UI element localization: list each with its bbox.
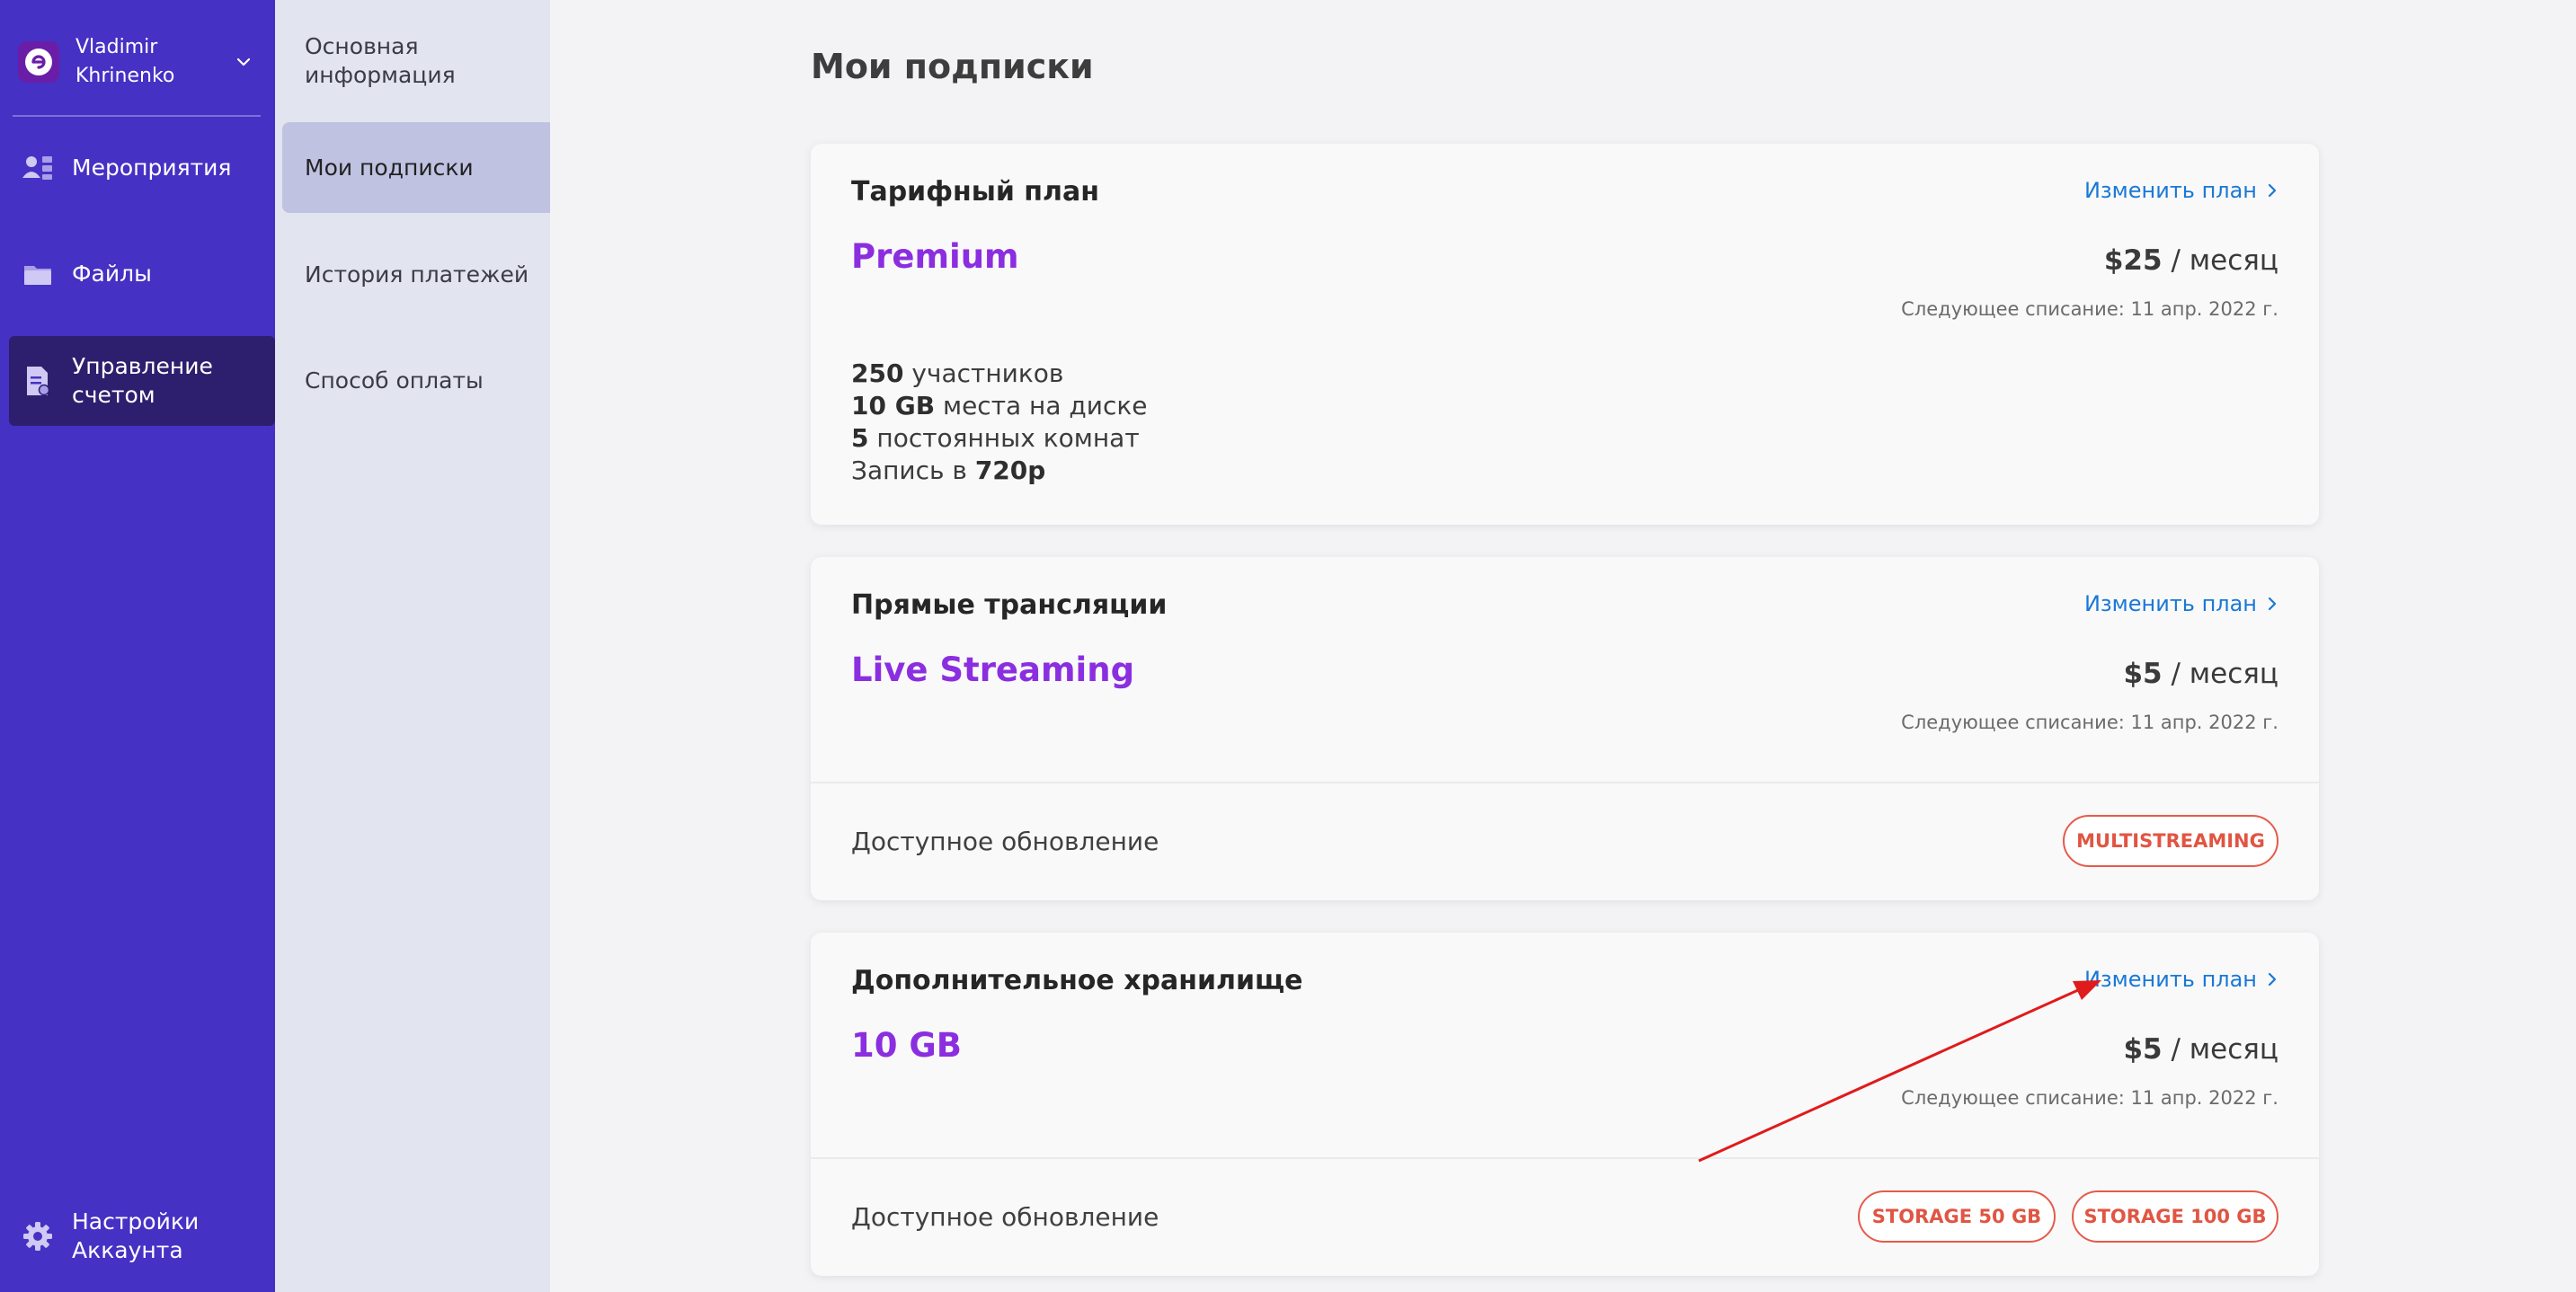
subnav-item-label: История платежей [305,261,529,288]
subnav-item-label: Способ оплаты [305,367,484,394]
change-plan-label: Изменить план [2083,178,2257,203]
document-icon [22,365,54,397]
sidebar-item-events[interactable]: Мероприятия [9,137,275,199]
next-charge-date: Следующее списание: 11 апр. 2022 г. [1901,712,2278,733]
plan-name: 10 GB [851,1026,962,1065]
gear-icon [22,1220,54,1252]
subscription-card-tariff: Тарифный план Изменить план Premium $25 … [811,144,2319,525]
plan-price: $25 / месяц [2104,244,2278,277]
price-period: / месяц [2171,658,2278,690]
plan-price: $5 / месяц [2123,1033,2278,1066]
feature-participants: 250 участников [851,358,1064,388]
sidebar-item-label: Настройки Аккаунта [72,1208,200,1263]
card-title: Тарифный план [851,176,1099,208]
feature-recording: Запись в 720p [851,456,1046,485]
sidebar-item-account-settings[interactable]: Настройки Аккаунта [9,1200,275,1272]
feature-disk-space: 10 GB места на диске [851,391,1148,420]
sidebar-item-label: Мероприятия [72,155,232,181]
plan-name: Premium [851,237,1019,276]
price-period: / месяц [2171,244,2278,277]
folder-icon [22,258,54,290]
chevron-down-icon[interactable] [232,50,255,74]
subnav-item-payment-history[interactable]: История платежей [282,244,550,305]
chevron-right-icon [2268,972,2277,987]
chevron-right-icon [2268,597,2277,611]
change-plan-link[interactable]: Изменить план [2084,591,2278,616]
next-charge-date: Следующее списание: 11 апр. 2022 г. [1901,298,2278,320]
card-title: Дополнительное хранилище [851,965,1303,996]
price-amount: $25 [2103,244,2163,277]
sidebar-item-account-management[interactable]: Управление счетом [9,336,275,426]
change-plan-label: Изменить план [2083,967,2257,992]
plan-name: Live Streaming [851,650,1135,689]
price-amount: $5 [2123,1033,2163,1066]
user-last-name: Khrinenko [76,65,175,87]
sidebar-item-label: Файлы [72,261,152,287]
upgrade-multistreaming-button[interactable]: MULTISTREAMING [2063,815,2278,867]
change-plan-link[interactable]: Изменить план [2084,178,2278,203]
page-title: Мои подписки [811,47,1094,86]
logo-icon [25,49,52,75]
primary-sidebar: Vladimir Khrinenko Мероприятия Файлы Упр… [0,0,275,1292]
user-name: Vladimir Khrinenko [76,33,219,91]
next-charge-date: Следующее списание: 11 апр. 2022 г. [1901,1087,2278,1109]
card-title: Прямые трансляции [851,589,1168,621]
price-period: / месяц [2171,1033,2278,1066]
subscription-card-streaming: Прямые трансляции Изменить план Live Str… [811,557,2319,900]
upgrade-label: Доступное обновление [851,1202,1159,1232]
sidebar-item-label: Управление счетом [72,353,213,408]
chevron-right-icon [2268,183,2277,198]
upgrade-storage-100-button[interactable]: STORAGE 100 GB [2072,1190,2278,1243]
subnav-item-subscriptions[interactable]: Мои подписки [282,122,550,213]
user-menu[interactable]: Vladimir Khrinenko [18,32,261,92]
avatar [18,41,59,83]
plan-features: 250 участников 10 GB места на диске 5 по… [851,358,1148,487]
subnav-item-label: Мои подписки [305,154,474,181]
account-subnav: Основная информация Мои подписки История… [275,0,550,1292]
card-divider [811,1157,2319,1159]
upgrade-storage-50-button[interactable]: STORAGE 50 GB [1858,1190,2056,1243]
user-first-name: Vladimir [76,36,158,58]
people-icon [22,152,54,184]
subscription-card-storage: Дополнительное хранилище Изменить план 1… [811,933,2319,1276]
change-plan-link[interactable]: Изменить план [2084,967,2278,992]
subnav-item-label: Основная информация [305,33,456,88]
subnav-item-payment-method[interactable]: Способ оплаты [282,350,550,411]
subnav-item-basic-info[interactable]: Основная информация [282,31,480,92]
plan-price: $5 / месяц [2123,658,2278,690]
card-divider [811,782,2319,783]
sidebar-item-files[interactable]: Файлы [9,243,275,305]
change-plan-label: Изменить план [2083,591,2257,616]
price-amount: $5 [2123,658,2163,690]
feature-rooms: 5 постоянных комнат [851,423,1140,453]
upgrade-label: Доступное обновление [851,827,1159,856]
sidebar-divider [13,115,261,117]
